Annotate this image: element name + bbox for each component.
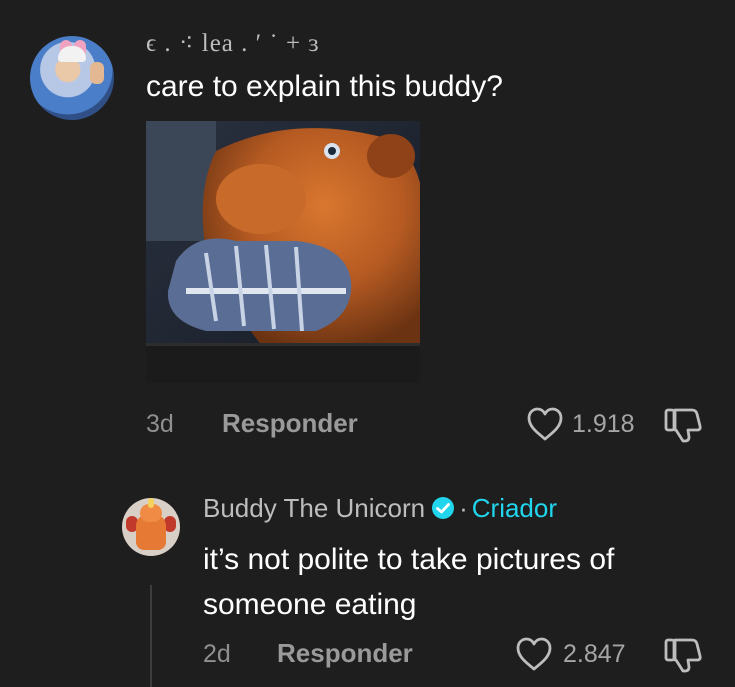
comment-timestamp: 3d [146,410,174,438]
like-count: 1.918 [572,410,635,438]
heart-outline-icon[interactable] [515,636,553,672]
thumbs-down-outline-icon[interactable] [663,406,703,444]
reply-author-name[interactable]: Buddy The Unicorn [203,493,425,523]
reply-button[interactable]: Responder [222,408,358,439]
reply-thread-line [150,585,152,687]
reply-reply-button[interactable]: Responder [277,638,413,669]
reply-timestamp: 2d [203,640,231,668]
reply-text: it’s not polite to take pictures of some… [203,543,615,621]
thumbs-down-outline-icon[interactable] [663,636,703,674]
avatar-hat [58,46,86,62]
reply-author-avatar[interactable] [122,498,180,556]
reply-header: Buddy The Unicorn · Criador [203,493,557,524]
commenter-username[interactable]: ϵ . ⁖ lea . ′ ˙ + ɜ [146,28,320,58]
creator-badge: Criador [471,493,558,523]
avatar-horn [148,498,154,508]
commenter-avatar[interactable] [30,36,114,120]
reply-like-count: 2.847 [563,640,626,668]
avatar-hand [90,62,104,84]
comment-attached-image[interactable] [146,121,420,383]
separator-dot: · [459,493,468,523]
comment-text: care to explain this buddy? [146,70,503,103]
verified-check-icon [432,497,455,519]
heart-outline-icon[interactable] [526,406,564,442]
plush-bear-eating-shoe-image [146,121,420,383]
